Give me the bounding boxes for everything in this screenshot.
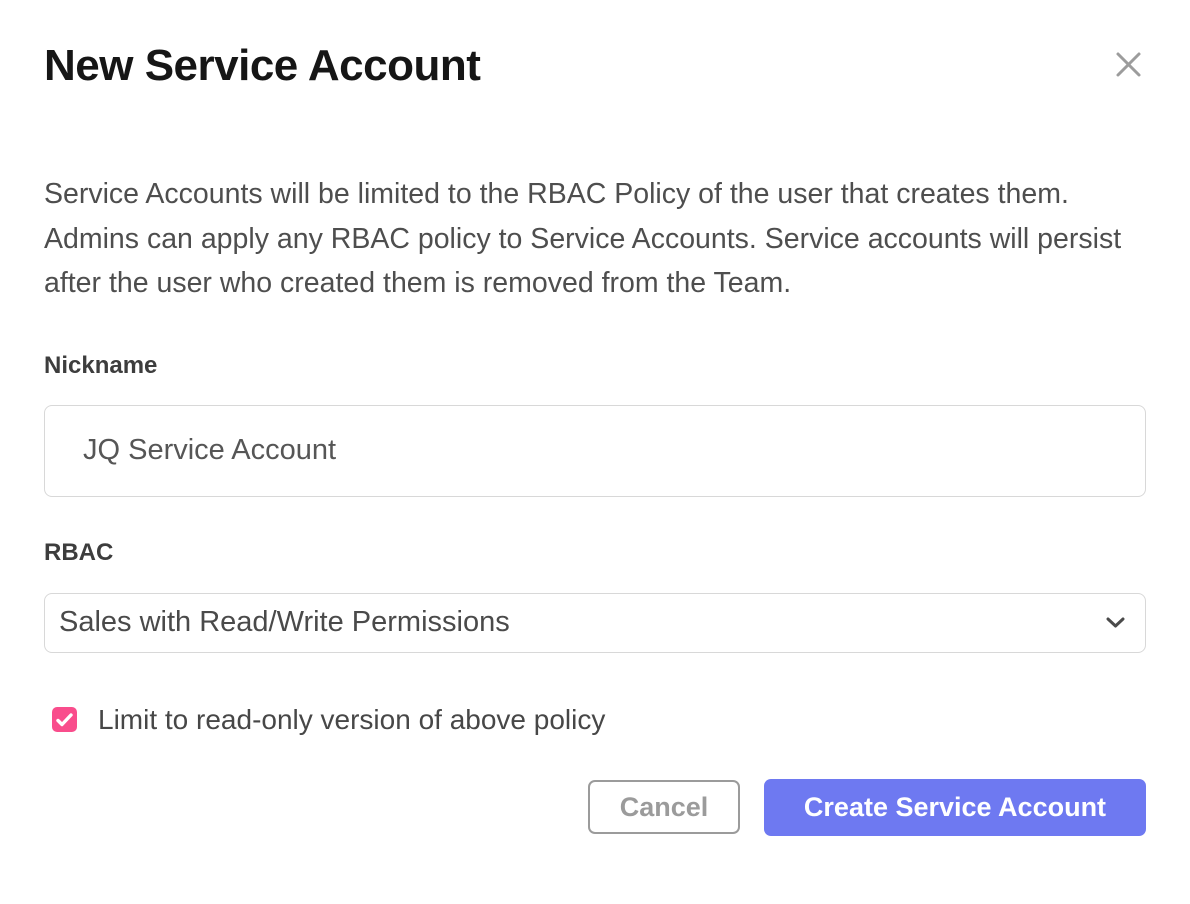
close-icon [1114, 50, 1143, 79]
read-only-checkbox-row[interactable]: Limit to read-only version of above poli… [44, 705, 605, 735]
rbac-label: RBAC [44, 539, 1146, 567]
rbac-selected-value: Sales with Read/Write Permissions [59, 606, 510, 639]
chevron-down-icon [1106, 617, 1125, 628]
nickname-input[interactable] [44, 405, 1146, 497]
dialog-header: New Service Account [44, 0, 1146, 90]
cancel-button[interactable]: Cancel [588, 780, 740, 834]
read-only-checkbox-label: Limit to read-only version of above poli… [98, 705, 605, 735]
new-service-account-dialog: New Service Account Service Accounts wil… [0, 0, 1190, 904]
read-only-checkbox[interactable] [52, 707, 77, 732]
close-button[interactable] [1110, 46, 1146, 82]
dialog-description: Service Accounts will be limited to the … [44, 172, 1146, 306]
dialog-actions: Cancel Create Service Account [44, 779, 1146, 836]
create-service-account-button[interactable]: Create Service Account [764, 779, 1146, 836]
checkmark-icon [56, 713, 73, 727]
rbac-select[interactable]: Sales with Read/Write Permissions [44, 593, 1146, 653]
page-title: New Service Account [44, 42, 1146, 90]
nickname-label: Nickname [44, 352, 1146, 380]
